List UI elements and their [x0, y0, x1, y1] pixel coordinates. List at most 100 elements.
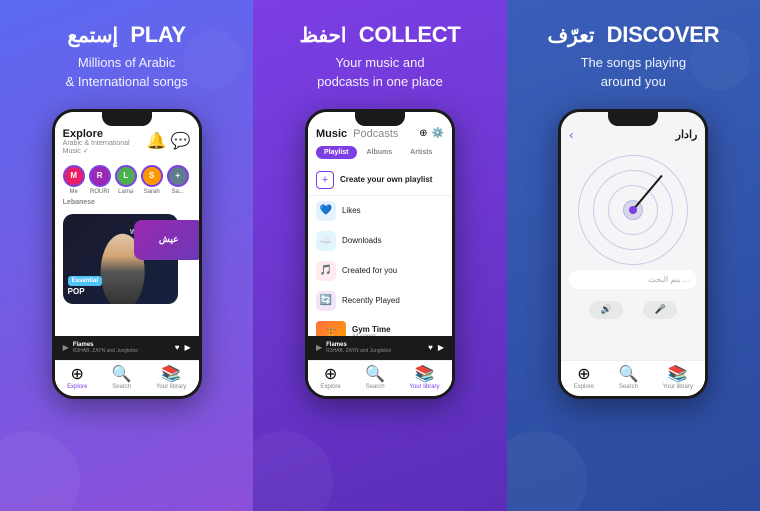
- play-subtitle-2: & International songs: [66, 74, 188, 89]
- panel-1-header: إستمع PLAY Millions of Arabic & Internat…: [56, 0, 198, 101]
- subtab-playlist[interactable]: Playlist: [316, 146, 357, 159]
- avatars-row: M Me R ROURI L Lama S Sarah: [55, 161, 199, 199]
- back-button[interactable]: ‹: [569, 128, 573, 142]
- search-nav-label-3: Search: [619, 384, 638, 390]
- avatar-lama[interactable]: L Lama: [115, 165, 137, 195]
- discover-subtitle-1: The songs playing: [581, 55, 687, 70]
- search-nav-label-2: Search: [366, 384, 385, 390]
- discover-english-title: DISCOVER: [607, 22, 720, 47]
- nav-explore-1[interactable]: ⊕ Explore: [67, 366, 87, 390]
- phone-2: Music Podcasts ⊕ ⚙️ Playlist Albums Arti…: [305, 109, 455, 399]
- avatar-rouri[interactable]: R ROURI: [89, 165, 111, 195]
- recent-icon: 🔄: [316, 291, 336, 311]
- float-card-content: عيش: [159, 234, 179, 245]
- tab-action-icons: ⊕ ⚙️: [419, 128, 444, 139]
- avatar-extra[interactable]: + Sa...: [167, 165, 189, 195]
- phone-1-screen: Explore Arabic & International Music ✓ 🔔…: [55, 112, 199, 396]
- mini-player-1[interactable]: ▶ Flames R3HAB, ZAYN and Jungleboi ♥ ▶: [55, 336, 199, 360]
- music-tabs-header: Music Podcasts ⊕ ⚙️: [308, 112, 452, 146]
- bell-icon[interactable]: 🔔: [147, 131, 167, 151]
- nav-library-3[interactable]: 📚 Your library: [663, 366, 693, 390]
- play-icon-player-2[interactable]: ▶: [438, 343, 444, 352]
- radar-btn-mic[interactable]: 🎤: [643, 301, 677, 319]
- panel-3-phone-container: ‹ رادار يتم البحث ... 🔊: [507, 101, 760, 511]
- discover-arabic-title: تعرّف: [547, 25, 594, 47]
- create-playlist-row[interactable]: + Create your own playlist: [308, 165, 452, 196]
- playlist-downloads[interactable]: ☁️ Downloads: [308, 226, 452, 256]
- created-for-you-label: Created for you: [342, 266, 397, 275]
- nav-library-1[interactable]: 📚 Your library: [156, 366, 186, 390]
- downloads-label: Downloads: [342, 236, 382, 245]
- panel-collect: احفظ COLLECT Your music and podcasts in …: [253, 0, 506, 511]
- panel-2-subtitle: Your music and podcasts in one place: [299, 54, 460, 90]
- player-controls-1: ♥ ▶: [175, 343, 191, 352]
- avatar-label-extra: Sa...: [171, 189, 183, 195]
- music-subtabs: Playlist Albums Artists: [308, 146, 452, 165]
- music-tabs-title: Music Podcasts: [316, 128, 398, 140]
- plus-button[interactable]: +: [316, 171, 334, 189]
- phone-3: ‹ رادار يتم البحث ... 🔊: [558, 109, 708, 399]
- tab-podcasts[interactable]: Podcasts: [353, 128, 398, 140]
- likes-icon: 💙: [316, 201, 336, 221]
- gym-name: Gym Time: [352, 325, 391, 334]
- likes-label: Likes: [342, 206, 361, 215]
- avatar-label-rouri: ROURI: [90, 189, 109, 195]
- flame-icon-2: ▶: [316, 343, 322, 352]
- heart-icon-player[interactable]: ♥: [175, 343, 180, 352]
- player-left-2: ▶ Flames R3HAB, ZAYN and Jungleboi: [316, 342, 391, 354]
- playlist-recently-played[interactable]: 🔄 Recently Played: [308, 286, 452, 316]
- settings-icon[interactable]: ⚙️: [432, 128, 444, 139]
- discover-subtitle-2: around you: [601, 74, 666, 89]
- play-icon-player[interactable]: ▶: [185, 343, 191, 352]
- nav-search-2[interactable]: 🔍 Search: [366, 366, 385, 390]
- avatar-label-lama: Lama: [118, 189, 133, 195]
- nav-library-2[interactable]: 📚 Your library: [409, 366, 439, 390]
- play-arabic-title: إستمع: [68, 25, 119, 47]
- phone-1: Explore Arabic & International Music ✓ 🔔…: [52, 109, 202, 399]
- radar-search-bar[interactable]: يتم البحث ...: [569, 270, 697, 289]
- nav-explore-2[interactable]: ⊕ Explore: [320, 366, 340, 390]
- card-tag: Essential: [68, 276, 102, 286]
- radar-dot: [629, 206, 637, 214]
- chat-icon[interactable]: 💬: [171, 131, 191, 151]
- panel-2-title: احفظ COLLECT: [299, 22, 460, 48]
- player-controls-2: ♥ ▶: [428, 343, 444, 352]
- avatar-me[interactable]: M Me: [63, 165, 85, 195]
- bottom-nav-1: ⊕ Explore 🔍 Search 📚 Your library: [55, 360, 199, 396]
- player-info-1: Flames R3HAB, ZAYN and Jungleboi: [73, 342, 138, 354]
- playlist-created-for-you[interactable]: 🎵 Created for you: [308, 256, 452, 286]
- library-nav-icon-3: 📚: [670, 366, 686, 382]
- panel-3-subtitle: The songs playing around you: [547, 54, 719, 90]
- add-icon[interactable]: ⊕: [419, 128, 427, 139]
- library-nav-label: Your library: [156, 384, 186, 390]
- library-nav-label-2: Your library: [409, 384, 439, 390]
- bottom-nav-2: ⊕ Explore 🔍 Search 📚 Your library: [308, 360, 452, 396]
- subtab-albums[interactable]: Albums: [359, 146, 401, 159]
- nav-search-1[interactable]: 🔍 Search: [112, 366, 131, 390]
- audio-wave-icon: 🔊: [601, 304, 612, 315]
- avatar-circle-sarah: S: [141, 165, 163, 187]
- nav-search-3[interactable]: 🔍 Search: [619, 366, 638, 390]
- search-nav-label: Search: [112, 384, 131, 390]
- heart-icon-player-2[interactable]: ♥: [428, 343, 433, 352]
- playlist-likes[interactable]: 💙 Likes: [308, 196, 452, 226]
- nav-explore-3[interactable]: ⊕ Explore: [574, 366, 594, 390]
- collect-arabic-title: احفظ: [299, 25, 346, 47]
- mini-player-2[interactable]: ▶ Flames R3HAB, ZAYN and Jungleboi ♥ ▶: [308, 336, 452, 360]
- subtab-artists[interactable]: Artists: [402, 146, 440, 159]
- explore-nav-label-2: Explore: [320, 384, 340, 390]
- create-playlist-label: Create your own playlist: [340, 175, 432, 184]
- card-title: POP: [68, 287, 102, 296]
- phone-2-screen: Music Podcasts ⊕ ⚙️ Playlist Albums Arti…: [308, 112, 452, 396]
- player-artist-1: R3HAB, ZAYN and Jungleboi: [73, 348, 138, 354]
- tab-music[interactable]: Music: [316, 128, 347, 140]
- phone-3-screen: ‹ رادار يتم البحث ... 🔊: [561, 112, 705, 396]
- play-subtitle-1: Millions of Arabic: [78, 55, 176, 70]
- search-nav-icon: 🔍: [114, 366, 130, 382]
- flame-icon: ▶: [63, 343, 69, 352]
- explore-title: Explore: [63, 128, 147, 140]
- avatar-sarah[interactable]: S Sarah: [141, 165, 163, 195]
- radar-btn-audio[interactable]: 🔊: [589, 301, 623, 319]
- library-nav-icon: 📚: [163, 366, 179, 382]
- avatar-label-me: Me: [69, 189, 77, 195]
